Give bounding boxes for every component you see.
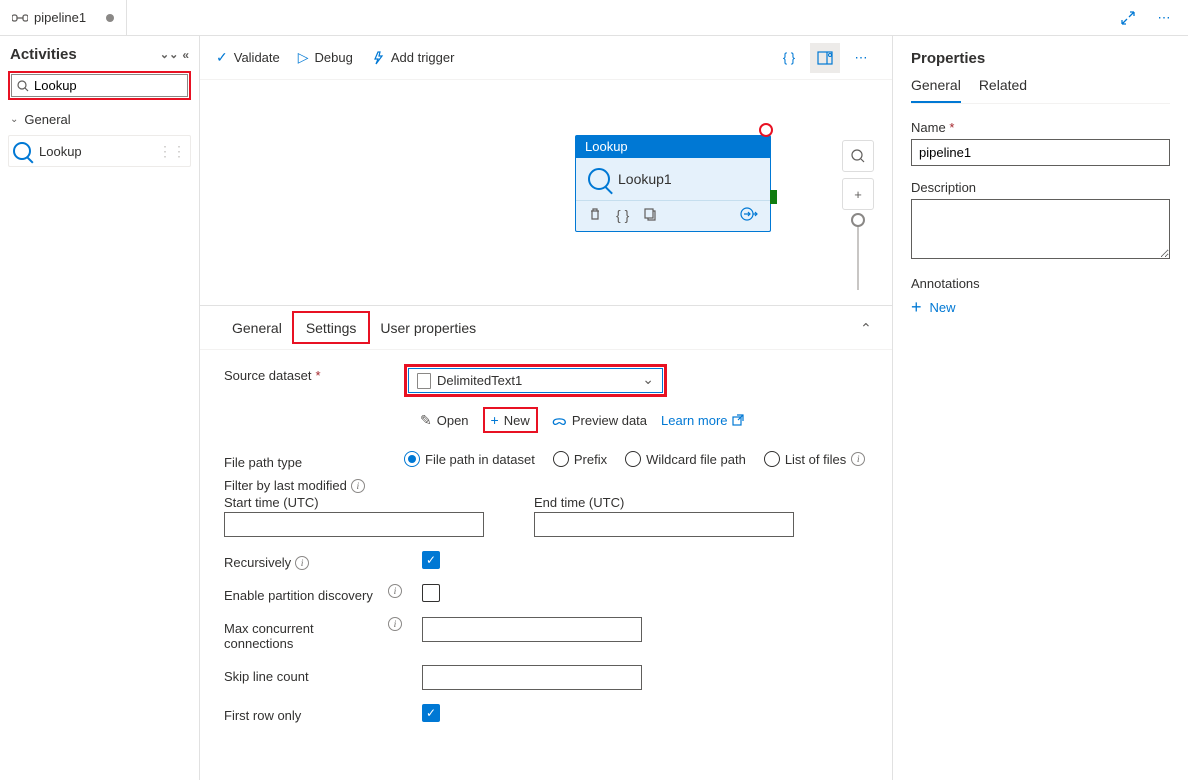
- unsaved-dot: [106, 14, 114, 22]
- chevron-down-icon: ⌄: [10, 114, 18, 125]
- lookup-icon: [13, 142, 31, 160]
- tab-general[interactable]: General: [220, 306, 294, 349]
- activities-heading: Activities: [10, 46, 77, 63]
- lookup-node[interactable]: Lookup Lookup1 { }: [575, 135, 771, 232]
- plus-icon: +: [911, 297, 922, 318]
- more-icon[interactable]: ⋯: [1150, 4, 1178, 32]
- radio-prefix[interactable]: Prefix: [553, 451, 607, 467]
- grip-icon: ⋮⋮: [158, 143, 186, 160]
- partition-checkbox[interactable]: [422, 584, 440, 602]
- pipeline-name-input[interactable]: [911, 139, 1170, 166]
- node-name: Lookup1: [618, 171, 672, 187]
- start-time-input[interactable]: [224, 512, 484, 537]
- pipeline-canvas[interactable]: + Lookup Lookup1 { }: [200, 80, 892, 305]
- activity-search-input[interactable]: [11, 74, 188, 97]
- tab-settings[interactable]: Settings: [292, 311, 371, 344]
- zoom-in-button[interactable]: +: [842, 178, 874, 210]
- pipeline-icon: [12, 12, 28, 24]
- code-view-button[interactable]: { }: [774, 43, 804, 73]
- new-annotation-button[interactable]: +New: [911, 297, 1170, 318]
- node-code-button[interactable]: { }: [616, 207, 629, 223]
- info-icon[interactable]: i: [388, 584, 402, 598]
- new-dataset-button[interactable]: +New: [483, 407, 538, 433]
- end-time-input[interactable]: [534, 512, 794, 537]
- radio-wildcard[interactable]: Wildcard file path: [625, 451, 746, 467]
- prop-tab-related[interactable]: Related: [979, 77, 1027, 103]
- check-icon: ✓: [216, 49, 228, 66]
- play-icon: ▷: [298, 49, 309, 66]
- lookup-icon: [588, 168, 610, 190]
- pencil-icon: ✎: [420, 412, 432, 429]
- max-conn-input[interactable]: [422, 617, 642, 642]
- collapse-panel-icon[interactable]: ⌄: [860, 319, 872, 336]
- prop-tab-general[interactable]: General: [911, 77, 961, 103]
- validate-button[interactable]: ✓Validate: [216, 49, 280, 66]
- tab-user-properties[interactable]: User properties: [368, 306, 488, 349]
- info-icon[interactable]: i: [295, 556, 309, 570]
- delete-node-button[interactable]: [588, 207, 602, 223]
- canvas-more-icon[interactable]: ⋯: [846, 43, 876, 73]
- expand-icon[interactable]: [1114, 4, 1142, 32]
- learn-more-link[interactable]: Learn more: [661, 413, 743, 428]
- collapse-all-icon[interactable]: ⌄⌄: [160, 48, 178, 62]
- group-general[interactable]: ⌄ General: [8, 108, 191, 131]
- preview-icon: ᯅ: [552, 411, 567, 430]
- plus-icon: +: [491, 412, 499, 428]
- radio-file-path-dataset[interactable]: File path in dataset: [404, 451, 535, 467]
- external-link-icon: [732, 414, 744, 426]
- node-header: Lookup: [575, 135, 771, 158]
- activity-lookup[interactable]: Lookup ⋮⋮: [8, 135, 191, 167]
- info-icon[interactable]: i: [851, 452, 865, 466]
- add-trigger-button[interactable]: Add trigger: [371, 50, 455, 65]
- properties-heading: Properties: [911, 50, 1170, 67]
- trigger-icon: [371, 51, 385, 65]
- skip-line-input[interactable]: [422, 665, 642, 690]
- recursively-checkbox[interactable]: ✓: [422, 551, 440, 569]
- source-dataset-select[interactable]: DelimitedText1: [408, 368, 663, 393]
- hide-panel-icon[interactable]: «: [182, 48, 189, 62]
- info-icon[interactable]: i: [351, 479, 365, 493]
- node-arrow-button[interactable]: [740, 207, 758, 223]
- first-row-checkbox[interactable]: ✓: [422, 704, 440, 722]
- preview-data-button[interactable]: ᯅPreview data: [552, 411, 647, 430]
- properties-toggle-button[interactable]: [810, 43, 840, 73]
- radio-list-files[interactable]: List of files i: [764, 451, 865, 467]
- copy-node-button[interactable]: [643, 207, 657, 223]
- debug-button[interactable]: ▷Debug: [298, 49, 353, 66]
- pipeline-tab[interactable]: pipeline1: [0, 0, 127, 35]
- fit-zoom-button[interactable]: [842, 140, 874, 172]
- annotation-circle: [759, 123, 773, 137]
- output-connector[interactable]: [770, 190, 777, 204]
- description-textarea[interactable]: [911, 199, 1170, 259]
- zoom-slider[interactable]: [857, 220, 859, 290]
- open-dataset-button[interactable]: ✎Open: [420, 412, 469, 429]
- tab-title: pipeline1: [34, 10, 86, 25]
- info-icon[interactable]: i: [388, 617, 402, 631]
- search-icon: [17, 80, 29, 92]
